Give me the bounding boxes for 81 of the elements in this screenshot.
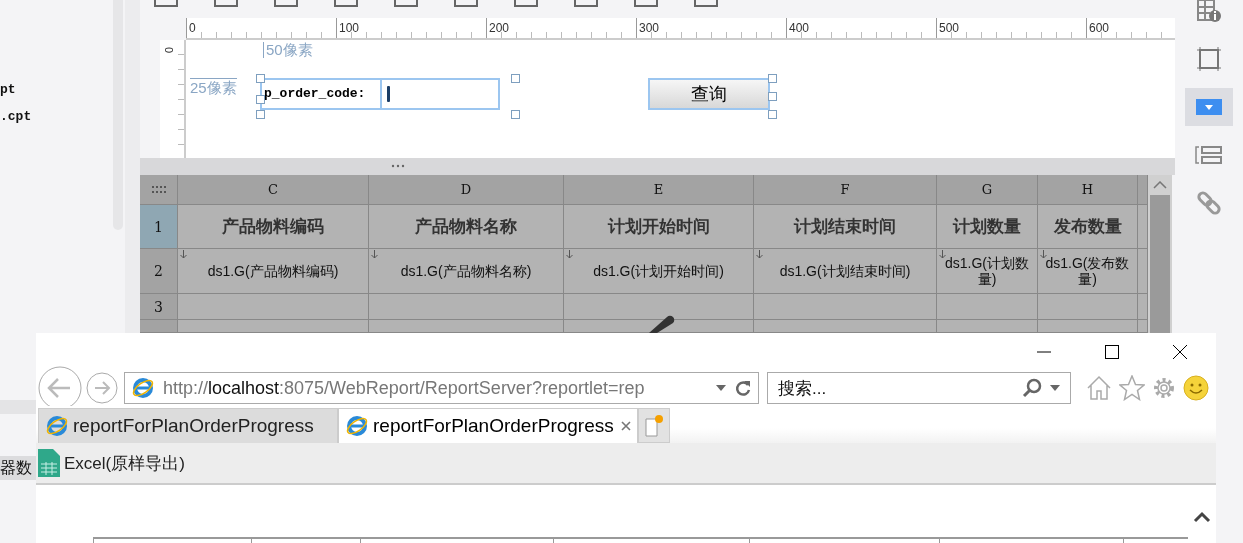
browser-logo-icon <box>131 376 155 400</box>
file-name[interactable]: .cpt <box>0 107 113 134</box>
link-icon <box>1196 190 1222 216</box>
scrollbar[interactable] <box>1148 175 1172 333</box>
column-header[interactable]: C <box>178 175 369 205</box>
toolbar-icon[interactable] <box>154 0 178 7</box>
cell-text: 产品物料名称 <box>415 218 517 235</box>
cell-text: ds1.G(计划结束时间) <box>779 263 911 279</box>
star-icon[interactable] <box>1119 375 1145 401</box>
forward-icon[interactable] <box>86 372 118 404</box>
close-icon[interactable] <box>1172 343 1188 360</box>
resize-handle[interactable] <box>256 74 265 83</box>
ruler-label: 0 <box>163 46 176 54</box>
toolbar-icon[interactable] <box>574 0 598 7</box>
cell-text: ds1.G(计划数量) <box>944 255 1030 287</box>
toolbar-icon[interactable] <box>694 0 718 7</box>
new-tab-button[interactable] <box>638 408 670 443</box>
frame-icon <box>1196 46 1222 72</box>
dropdown-caret-icon[interactable] <box>716 385 726 391</box>
ruler-label: 500 <box>938 21 960 35</box>
search-icon[interactable] <box>1022 378 1042 398</box>
sidebar-button[interactable] <box>1185 88 1233 126</box>
list-icon <box>1195 145 1223 165</box>
browser-logo-icon <box>345 414 369 438</box>
ruler-label: 0 <box>188 21 196 35</box>
refresh-icon[interactable] <box>734 379 752 397</box>
cell-text: ds1.G(产品物料名称) <box>400 263 532 279</box>
cell-text: 计划结束时间 <box>794 218 896 235</box>
dropdown-caret-icon[interactable] <box>1050 385 1060 391</box>
width-hint: 50像素 <box>263 42 313 58</box>
column-header[interactable]: F <box>754 175 937 205</box>
input-field[interactable] <box>380 78 500 110</box>
export-excel-button[interactable]: Excel(原样导出) <box>36 449 185 477</box>
maximize-icon[interactable] <box>1104 343 1120 360</box>
settings-icon[interactable] <box>1151 375 1177 401</box>
spreadsheet-icon <box>38 449 60 477</box>
toolbar-icon[interactable] <box>634 0 658 7</box>
resize-handle[interactable] <box>511 74 520 83</box>
row-header[interactable]: 1 <box>140 205 178 249</box>
toolbar-icon[interactable] <box>214 0 238 7</box>
browser-tab[interactable]: reportForPlanOrderProgress <box>338 408 638 443</box>
toolbar-icon[interactable] <box>274 0 298 7</box>
ruler-label: 400 <box>788 21 810 35</box>
column-header[interactable]: D <box>369 175 564 205</box>
cell-text: 产品物料编码 <box>222 218 324 235</box>
cell-text: 发布数量 <box>1053 218 1122 235</box>
browser-tab[interactable]: reportForPlanOrderProgress <box>38 408 338 443</box>
ruler-label: 300 <box>638 21 660 35</box>
cell-text: ds1.G(计划开始时间) <box>593 263 724 279</box>
new-page-icon <box>644 413 664 438</box>
home-icon[interactable] <box>1085 374 1113 402</box>
cell-text: 计划开始时间 <box>607 218 710 235</box>
toolbar-icon[interactable] <box>454 0 478 7</box>
browser-logo-icon <box>45 414 69 438</box>
address-field[interactable]: http://localhost:8075/WebReport/ReportServer?reportlet=rep <box>124 372 759 404</box>
grip-icon[interactable] <box>390 164 405 168</box>
ruler-label: 600 <box>1088 21 1110 35</box>
row-header[interactable]: 3 <box>140 294 178 320</box>
resize-handle[interactable] <box>511 110 520 119</box>
column-header[interactable]: E <box>564 175 754 205</box>
search-field[interactable]: 搜索... <box>767 372 1071 404</box>
ruler-label: 100 <box>338 21 360 35</box>
column-header[interactable]: G <box>937 175 1038 205</box>
dropdown-icon <box>1196 99 1222 115</box>
file-name[interactable]: pt <box>0 80 113 107</box>
grip-icon[interactable] <box>151 184 166 195</box>
height-hint: 25像素 <box>190 78 237 98</box>
column-header[interactable]: H <box>1038 175 1138 205</box>
scroll-up-icon[interactable] <box>1193 511 1211 523</box>
query-button[interactable]: 查询 <box>648 78 770 110</box>
cell-text: ds1.G(产品物料编码) <box>207 263 339 279</box>
toolbar-icon[interactable] <box>334 0 358 7</box>
cell-text: ds1.G(发布数量) <box>1044 255 1131 287</box>
ruler-label: 200 <box>488 21 510 35</box>
smiley-icon[interactable] <box>1183 375 1209 401</box>
row-header[interactable]: 2 <box>140 249 178 294</box>
toolbar-icon[interactable] <box>514 0 538 7</box>
toolbar-icon[interactable] <box>394 0 418 7</box>
cell-text: 计划数量 <box>953 218 1021 235</box>
text-cursor <box>387 86 390 102</box>
panel-label: 器数 <box>0 456 36 480</box>
